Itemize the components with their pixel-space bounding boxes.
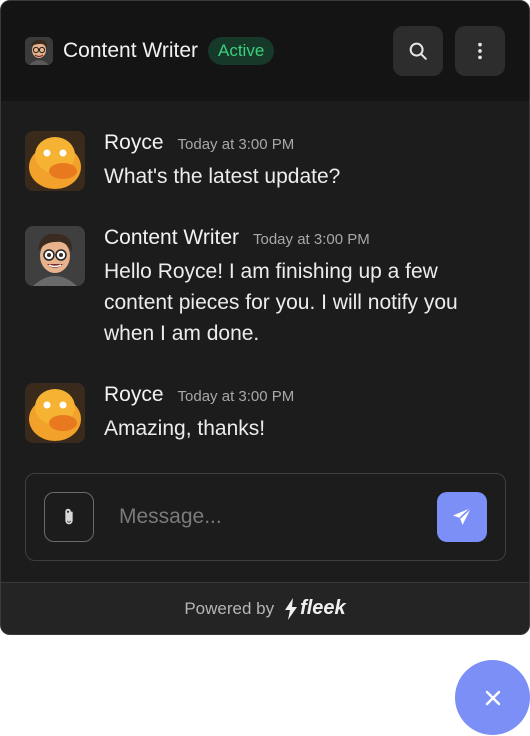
message-item: Royce Today at 3:00 PM Amazing, thanks! bbox=[25, 383, 494, 444]
message-timestamp: Today at 3:00 PM bbox=[177, 136, 295, 153]
send-icon bbox=[453, 507, 472, 525]
paperclip-icon bbox=[65, 508, 73, 525]
message-text: Hello Royce! I am finishing up a few con… bbox=[104, 260, 458, 345]
message-text: What's the latest update? bbox=[104, 165, 341, 188]
send-button[interactable] bbox=[437, 492, 487, 542]
agent-message-avatar bbox=[25, 226, 85, 286]
chat-title: Content Writer bbox=[63, 39, 198, 62]
user-avatar bbox=[25, 383, 85, 443]
message-text: Amazing, thanks! bbox=[104, 417, 266, 440]
message-sender: Royce bbox=[104, 383, 164, 406]
message-timestamp: Today at 3:00 PM bbox=[253, 231, 370, 248]
close-chat-button[interactable] bbox=[455, 660, 530, 735]
lightning-icon bbox=[285, 597, 298, 620]
fleek-brand-link[interactable]: fleek bbox=[284, 597, 346, 620]
powered-by-label: Powered by bbox=[184, 598, 275, 618]
message-sender: Royce bbox=[104, 131, 164, 154]
message-input[interactable] bbox=[119, 505, 437, 529]
message-timestamp: Today at 3:00 PM bbox=[177, 388, 295, 405]
message-sender: Content Writer bbox=[104, 226, 239, 249]
brand-name: fleek bbox=[300, 597, 346, 619]
message-composer bbox=[25, 473, 506, 561]
user-avatar bbox=[25, 131, 85, 191]
chat-widget: Content Writer Active Royce Today at 3:0… bbox=[0, 0, 530, 635]
more-vertical-icon bbox=[478, 42, 482, 60]
message-item: Content Writer Today at 3:00 PM Hello Ro… bbox=[25, 226, 494, 349]
search-button[interactable] bbox=[393, 26, 443, 76]
close-icon bbox=[485, 690, 500, 705]
chat-header: Content Writer Active bbox=[1, 1, 529, 101]
widget-footer: Powered by fleek bbox=[1, 582, 529, 634]
message-item: Royce Today at 3:00 PM What's the latest… bbox=[25, 131, 494, 192]
more-options-button[interactable] bbox=[455, 26, 505, 76]
search-icon bbox=[409, 42, 427, 60]
status-badge: Active bbox=[208, 37, 275, 65]
attach-button[interactable] bbox=[44, 492, 94, 542]
agent-avatar bbox=[25, 37, 53, 65]
